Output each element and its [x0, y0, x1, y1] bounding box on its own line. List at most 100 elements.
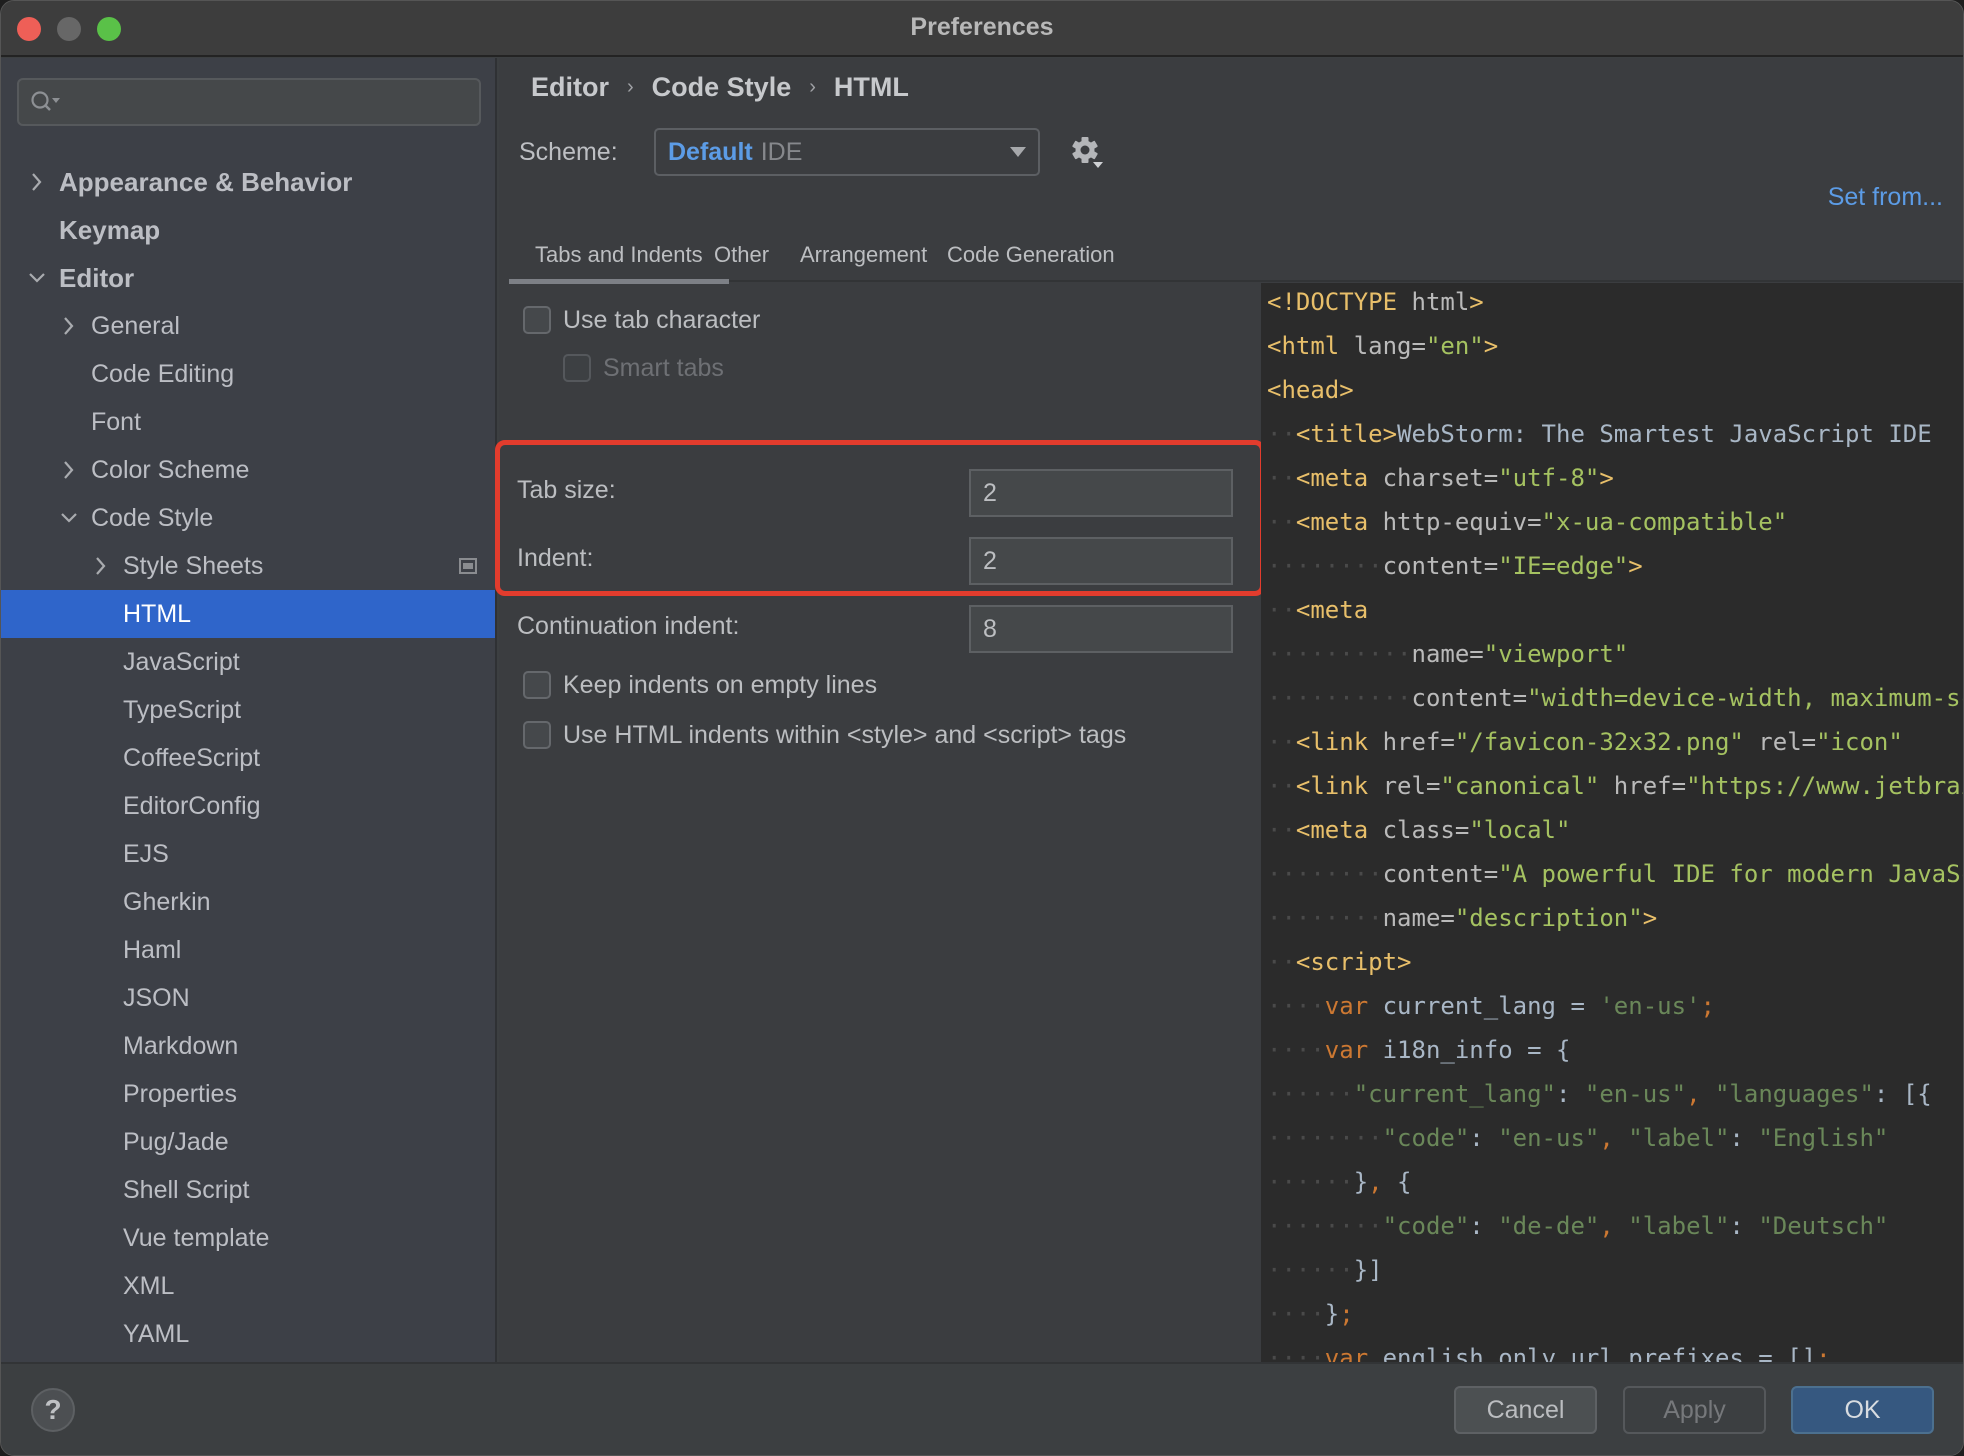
- code-line: ··<meta class="local": [1267, 808, 1570, 852]
- tab-arrangement[interactable]: Arrangement: [800, 228, 927, 282]
- code-token: ··: [1267, 596, 1296, 624]
- code-token: "canonical": [1440, 772, 1600, 800]
- sidebar-item-font[interactable]: Font: [1, 398, 495, 446]
- code-line: ····};: [1267, 1292, 1354, 1336]
- sidebar-item-editorconfig[interactable]: EditorConfig: [1, 782, 495, 830]
- sidebar-item-label: Properties: [123, 1080, 237, 1108]
- code-line: ··········name="viewport": [1267, 632, 1628, 676]
- scheme-label: Scheme:: [519, 138, 618, 166]
- chevron-down-icon[interactable]: [59, 494, 79, 542]
- code-token: ········: [1267, 1212, 1383, 1240]
- tab-other[interactable]: Other: [714, 228, 769, 282]
- chevron-right-icon[interactable]: [91, 542, 111, 590]
- scheme-dropdown[interactable]: Default IDE: [654, 128, 1040, 176]
- sidebar-item-code-editing[interactable]: Code Editing: [1, 350, 495, 398]
- code-token: english_only_url_prefixes = []: [1368, 1344, 1817, 1362]
- code-token: <script>: [1295, 948, 1412, 976]
- code-line: ······}, {: [1267, 1160, 1412, 1204]
- chevron-right-icon[interactable]: [59, 302, 79, 350]
- code-line: ········content="A powerful IDE for mode…: [1267, 852, 1963, 896]
- code-token: var: [1324, 1036, 1369, 1064]
- html-indents-style-script-checkbox[interactable]: [523, 721, 551, 749]
- sidebar-item-general[interactable]: General: [1, 302, 495, 350]
- sidebar-item-vue-template[interactable]: Vue template: [1, 1214, 495, 1262]
- code-token: <meta: [1295, 508, 1369, 536]
- code-line: ····var i18n_info = {: [1267, 1028, 1570, 1072]
- code-token: <head>: [1267, 376, 1354, 404]
- sidebar-item-label: Vue template: [123, 1224, 270, 1252]
- dropdown-arrow-icon: [1010, 147, 1026, 157]
- code-line: ········"code": "en-us", "label": "Engli…: [1267, 1116, 1888, 1160]
- code-line: ··<meta http-equiv="x-ua-compatible": [1267, 500, 1787, 544]
- sidebar-item-json[interactable]: JSON: [1, 974, 495, 1022]
- sidebar-item-yaml[interactable]: YAML: [1, 1310, 495, 1358]
- chevron-right-icon[interactable]: [27, 158, 47, 206]
- use-tab-character-checkbox[interactable]: [523, 306, 551, 334]
- code-token: "en": [1425, 332, 1484, 360]
- continuation-indent-input[interactable]: [969, 605, 1233, 653]
- sidebar-item-gherkin[interactable]: Gherkin: [1, 878, 495, 926]
- code-token: "local": [1469, 816, 1571, 844]
- tab-tabs-and-indents[interactable]: Tabs and Indents: [509, 228, 729, 284]
- code-token: ··········: [1267, 640, 1412, 668]
- sidebar-item-haml[interactable]: Haml: [1, 926, 495, 974]
- sidebar-item-ejs[interactable]: EJS: [1, 830, 495, 878]
- sidebar-item-shell-script[interactable]: Shell Script: [1, 1166, 495, 1214]
- apply-button[interactable]: Apply: [1623, 1386, 1766, 1434]
- code-token: "https://www.jetbrains.com": [1686, 772, 1963, 800]
- sidebar-item-html[interactable]: HTML: [1, 590, 495, 638]
- code-token: ;: [1339, 1300, 1354, 1328]
- sidebar-item-markdown[interactable]: Markdown: [1, 1022, 495, 1070]
- code-token: >: [1483, 332, 1499, 360]
- sidebar-item-pug-jade[interactable]: Pug/Jade: [1, 1118, 495, 1166]
- settings-search-input[interactable]: [17, 78, 481, 126]
- tab-size-input[interactable]: [969, 469, 1233, 517]
- code-token: "en-us": [1584, 1080, 1687, 1108]
- chevron-right-icon[interactable]: [59, 446, 79, 494]
- code-token: >: [1628, 552, 1643, 580]
- code-token: class=: [1368, 816, 1470, 844]
- code-token: name=: [1411, 640, 1484, 668]
- sidebar-item-keymap[interactable]: Keymap: [1, 206, 495, 254]
- code-token: "IE=edge": [1498, 552, 1629, 580]
- code-token: "Deutsch": [1758, 1212, 1889, 1240]
- code-token: ,: [1599, 1212, 1614, 1240]
- window-title: Preferences: [910, 13, 1054, 41]
- sidebar-item-color-scheme[interactable]: Color Scheme: [1, 446, 495, 494]
- sidebar-item-label: Keymap: [59, 215, 161, 245]
- indent-input[interactable]: [969, 537, 1233, 585]
- keep-indents-empty-checkbox[interactable]: [523, 671, 551, 699]
- sidebar-item-javascript[interactable]: JavaScript: [1, 638, 495, 686]
- html-indents-style-script-label: Use HTML indents within <style> and <scr…: [563, 721, 1127, 749]
- code-token: <!DOCTYPE: [1267, 288, 1398, 316]
- sidebar-item-code-style[interactable]: Code Style: [1, 494, 495, 542]
- breadcrumb-item: Editor: [531, 72, 609, 102]
- set-from-link[interactable]: Set from...: [1828, 183, 1943, 212]
- code-token: ··: [1267, 508, 1296, 536]
- code-line: ··<meta charset="utf-8">: [1267, 456, 1614, 500]
- code-line: <head>: [1267, 368, 1354, 412]
- chevron-down-icon[interactable]: [27, 254, 47, 302]
- code-style-tabs: Tabs and Indents Other Arrangement Code …: [509, 228, 1963, 284]
- help-button[interactable]: ?: [31, 1388, 75, 1432]
- indent-label: Indent:: [517, 544, 594, 572]
- code-token: >: [1599, 464, 1614, 492]
- sidebar-item-coffeescript[interactable]: CoffeeScript: [1, 734, 495, 782]
- sidebar-item-appearance-behavior[interactable]: Appearance & Behavior: [1, 158, 495, 206]
- code-token: current_lang =: [1368, 992, 1600, 1020]
- gear-icon[interactable]: [1069, 134, 1105, 170]
- sidebar-item-xml[interactable]: XML: [1, 1262, 495, 1310]
- tab-code-generation[interactable]: Code Generation: [947, 228, 1115, 282]
- code-token: http-equiv=: [1368, 508, 1542, 536]
- cancel-button[interactable]: Cancel: [1454, 1386, 1597, 1434]
- code-preview: <!DOCTYPE html> <html lang="en"> <head> ··<…: [1261, 283, 1963, 1362]
- ok-button[interactable]: OK: [1791, 1386, 1934, 1434]
- sidebar-item-typescript[interactable]: TypeScript: [1, 686, 495, 734]
- sidebar-item-label: Code Style: [91, 504, 214, 532]
- code-token: content=: [1382, 552, 1499, 580]
- sidebar-item-editor[interactable]: Editor: [1, 254, 495, 302]
- sidebar-item-properties[interactable]: Properties: [1, 1070, 495, 1118]
- code-token: ··········: [1267, 684, 1412, 712]
- sidebar-item-style-sheets[interactable]: Style Sheets: [1, 542, 495, 590]
- code-token: ··: [1267, 816, 1296, 844]
